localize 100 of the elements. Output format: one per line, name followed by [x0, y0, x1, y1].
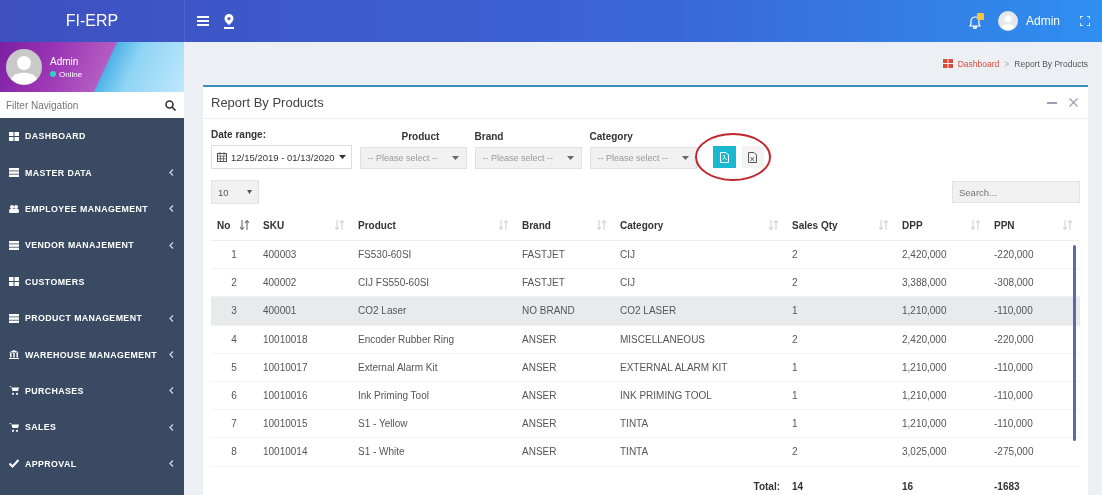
table-cell-text: S1 - Yellow [357, 418, 409, 430]
total-value: 14 [791, 480, 805, 492]
map-pin-icon[interactable] [223, 13, 235, 29]
chevron-icon [169, 387, 174, 395]
filter-label: Brand [474, 131, 505, 142]
column-header[interactable]: Product [352, 219, 516, 231]
sidebar-item[interactable]: WAREHOUSE MANAGEMENT [0, 336, 184, 373]
table-cell-text: 2 [791, 333, 799, 345]
table-row[interactable]: 3 400001 CO2 Laser NO BRAND CO2 LASER 1 1,210,000 -110,000 [211, 297, 1080, 326]
nav-label: SALES [25, 422, 58, 433]
sidebar-item[interactable]: CUSTOMERS [0, 263, 184, 300]
table-cell-text: 3 [230, 305, 238, 317]
column-header[interactable]: Sales Qty [786, 219, 896, 231]
table-cell-text: CIJ [619, 249, 636, 261]
sidebar-item[interactable]: EMPLOYEE MANAGEMENT [0, 190, 184, 228]
sidebar-item[interactable]: APPROVAL [0, 445, 184, 482]
table-cell-text: 8 [230, 446, 238, 458]
table-cell-text: MISCELLANEOUS [619, 333, 707, 345]
table-row[interactable]: 7 10010015 S1 - Yellow ANSER TINTA 1 1,210,000 -110,000 [211, 410, 1080, 439]
sidebar-item[interactable]: MASTER DATA [0, 154, 184, 191]
table-cell-text: 1 [791, 418, 799, 430]
breadcrumb-link[interactable]: Dashboard [957, 58, 1000, 69]
chevron-icon [169, 314, 174, 322]
pdf-export-button[interactable] [712, 146, 736, 168]
table-cell-text: NO BRAND [521, 305, 576, 317]
panel-title: Report By Products [211, 95, 325, 110]
scrollbar-thumb[interactable] [1073, 245, 1076, 441]
column-header[interactable]: SKU [257, 219, 352, 231]
total-value: 16 [901, 480, 915, 492]
chevron-icon [169, 460, 174, 468]
list-icon [9, 240, 19, 250]
table-cell-text: CIJ [619, 277, 636, 289]
avatar-icon[interactable] [998, 11, 1018, 31]
nav-label: WAREHOUSE MANAGEMENT [25, 349, 159, 360]
excel-export-button[interactable] [741, 146, 764, 168]
table-cell-text: CO2 LASER [619, 305, 678, 317]
close-icon[interactable] [1069, 98, 1078, 107]
table-cell-text: 400003 [262, 249, 298, 261]
table-cell-text: 3,025,000 [901, 446, 948, 458]
total-value: -1683 [993, 480, 1021, 492]
table-cell-text: 3,388,000 [901, 277, 948, 289]
search-field[interactable]: Search... [952, 181, 1080, 203]
table-cell-text: FASTJET [521, 277, 566, 289]
chevron-icon [169, 351, 174, 359]
caret-icon [451, 156, 459, 160]
table-cell-text: ANSER [521, 418, 558, 430]
table-cell-text: 2 [791, 249, 799, 261]
column-header[interactable]: Brand [516, 219, 614, 231]
table-row[interactable]: 1 400003 FS530-60SI FASTJET CIJ 2 2,420,000 -220,000 [211, 241, 1080, 270]
page-length-select[interactable]: 10 [211, 180, 259, 204]
sidebar-item[interactable]: PRODUCT MANAGEMENT [0, 299, 184, 337]
user-name[interactable]: Admin [1026, 14, 1060, 28]
search-icon[interactable] [165, 99, 176, 111]
table-cell-text: 1 [791, 390, 799, 402]
table-cell-text: ANSER [521, 333, 558, 345]
table-cell-text: 10010018 [262, 333, 309, 345]
table-cell-text: FS530-60SI [357, 249, 413, 261]
table-cell-text: 10010015 [262, 418, 309, 430]
grid-icon [942, 59, 953, 68]
table-cell-text: 400002 [262, 277, 298, 289]
table-cell-text: 400001 [262, 305, 298, 317]
table-cell-text: CO2 Laser [357, 305, 408, 317]
filter-navigation-field[interactable]: Filter Navigation [0, 92, 184, 118]
table-row[interactable]: 8 10010014 S1 - White ANSER TINTA 2 3,025,000 -275,000 [211, 438, 1080, 467]
chevron-icon [169, 169, 174, 177]
table-row[interactable]: 5 10010017 External Alarm Kit ANSER EXTERNAL ALARM KIT 1 1,210,000 -110,000 [211, 353, 1080, 382]
sidebar-item[interactable]: VENDOR MANAJEMENT [0, 227, 184, 264]
status-text: Online [59, 69, 83, 79]
cart-icon [9, 386, 19, 396]
nav-label: PURCHASES [25, 385, 85, 396]
table-cell-text: ANSER [521, 446, 558, 458]
minimize-icon[interactable] [1047, 101, 1057, 104]
chevron-icon [169, 423, 174, 431]
total-label: Total: [752, 480, 781, 492]
table-cell-text: 1,210,000 [901, 390, 948, 402]
chevron-icon [169, 205, 174, 213]
sidebar-item[interactable]: PURCHASES [0, 372, 184, 410]
table-row[interactable]: 4 10010018 Encoder Rubber Ring ANSER MISCELLANEOUS 2 2,420,000 -220,000 [211, 325, 1080, 354]
status-dot-icon [50, 71, 56, 77]
column-header[interactable]: DPP [896, 219, 988, 231]
bell-icon[interactable] [968, 13, 984, 29]
table-cell-text: EXTERNAL ALARM KIT [619, 361, 729, 373]
sidebar-item[interactable]: SALES [0, 409, 184, 446]
table-row[interactable]: 6 10010016 Ink Priming Tool ANSER INK PRIMING TOOL 1 1,210,000 -110,000 [211, 381, 1080, 411]
table-cell-text: Ink Priming Tool [357, 390, 430, 402]
table-cell-text: -110,000 [993, 418, 1034, 430]
menu-icon[interactable] [197, 16, 209, 26]
table-cell-text: CIJ FS550-60SI [357, 277, 431, 289]
column-header[interactable]: No [211, 219, 257, 231]
column-header[interactable]: PPN [988, 219, 1080, 231]
table-cell-text: 1 [791, 305, 799, 317]
column-header[interactable]: Category [614, 219, 786, 231]
sidebar-item[interactable]: DASHBOARD [0, 118, 184, 155]
table-cell-text: 2 [230, 277, 238, 289]
fullscreen-icon[interactable] [1080, 16, 1090, 26]
table-cell-text: 2,420,000 [901, 249, 948, 261]
avatar-icon [6, 49, 42, 85]
user-name: Admin [50, 55, 80, 67]
nav-label: DASHBOARD [25, 131, 87, 142]
date-range-picker[interactable]: 12/15/2019 - 01/13/2020 [211, 145, 352, 169]
